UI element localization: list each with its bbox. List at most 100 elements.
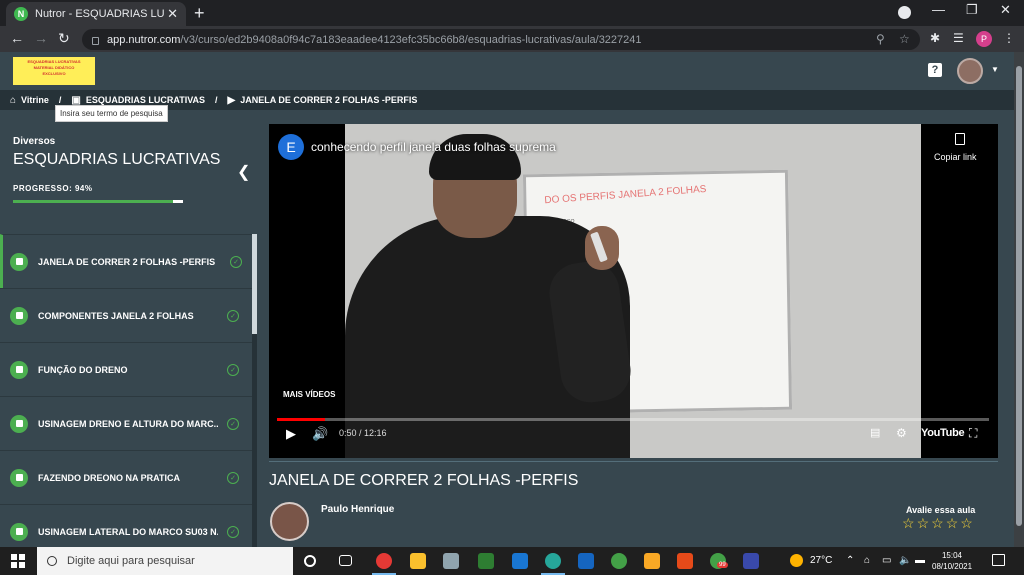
chrome-icon[interactable] <box>376 553 392 569</box>
fullscreen-icon[interactable]: ⛶ <box>969 426 977 441</box>
display-icon[interactable]: ▭ <box>882 555 891 566</box>
collapse-sidebar-icon[interactable]: ❮ <box>237 162 250 182</box>
weather-icon[interactable] <box>790 554 803 567</box>
home-icon: ⌂ <box>10 94 17 106</box>
forward-icon[interactable]: → <box>34 30 48 46</box>
bookmark-star-icon[interactable]: ☆ <box>899 32 910 46</box>
author-avatar <box>270 502 309 541</box>
close-window-icon[interactable]: ✕ <box>1000 2 1011 18</box>
copy-link-button[interactable]: Copiar link <box>934 152 977 162</box>
windows-start-icon[interactable] <box>11 554 25 568</box>
url-path: /v3/curso/ed2b9408a0f94c7a183eaadee4123e… <box>180 33 642 46</box>
reload-icon[interactable]: ↻ <box>58 30 70 47</box>
course-sidebar: Diversos ESQUADRIAS LUCRATIVAS ❮ PROGRES… <box>0 110 257 547</box>
zoom-icon[interactable]: ⚲ <box>876 32 885 46</box>
video-lesson-icon <box>10 468 28 487</box>
youtube-logo[interactable]: YouTube <box>921 427 965 439</box>
cortana-icon[interactable] <box>304 555 316 567</box>
extensions-icon[interactable]: ✱ <box>930 31 940 45</box>
office-icon[interactable] <box>677 553 693 569</box>
star-icon[interactable]: ☆ <box>946 515 959 532</box>
copy-icon[interactable] <box>955 133 965 145</box>
page-scrollbar-thumb[interactable] <box>1016 66 1022 526</box>
video-frame: DO OS PERFIS JANELA 2 FOLHAS ADMOFOGO <box>345 124 921 458</box>
profile-avatar[interactable]: P <box>976 31 992 47</box>
lesson-item[interactable]: FAZENDO DREONO NA PRATICA ✓ <box>0 450 252 504</box>
rate-lesson-label: Avalie essa aula <box>906 505 976 515</box>
star-icon[interactable]: ☆ <box>917 515 930 532</box>
network-icon[interactable]: ⌂ <box>864 555 870 566</box>
reading-list-icon[interactable]: ☰ <box>953 31 964 45</box>
user-avatar[interactable] <box>957 58 983 84</box>
edge-icon[interactable] <box>545 553 561 569</box>
breadcrumb-home[interactable]: Vitrine <box>21 95 49 105</box>
minimize-icon[interactable]: — <box>932 2 945 17</box>
media-control-icon[interactable] <box>898 6 911 19</box>
lesson-list: JANELA DE CORRER 2 FOLHAS -PERFIS ✓ COMP… <box>0 234 252 547</box>
author-name: Paulo Henrique <box>321 504 395 515</box>
video-player[interactable]: DO OS PERFIS JANELA 2 FOLHAS ADMOFOGO E … <box>269 124 998 458</box>
star-icon[interactable]: ☆ <box>902 515 915 532</box>
logo-line: EXCLUSIVO <box>42 71 66 76</box>
progress-bar-fill <box>13 200 173 203</box>
app-header: ESQUADRIAS LUCRATIVAS MATERIAL DIDÁTICO … <box>0 52 1014 90</box>
system-clock[interactable]: 15:04 08/10/2021 <box>932 550 972 572</box>
divider <box>269 461 998 462</box>
lesson-item[interactable]: USINAGEM LATERAL DO MARCO SU03 N... ✓ <box>0 504 252 547</box>
back-icon[interactable]: ← <box>10 30 24 46</box>
close-tab-icon[interactable]: ✕ <box>167 6 178 22</box>
video-title[interactable]: conhecendo perfil janela duas folhas sup… <box>311 140 556 154</box>
taskbar-search-placeholder: Digite aqui para pesquisar <box>67 555 195 567</box>
video-lesson-icon <box>10 252 28 271</box>
volume-icon[interactable]: 🔊 <box>312 426 328 442</box>
completed-check-icon: ✓ <box>227 471 239 484</box>
temperature[interactable]: 27°C <box>810 555 832 566</box>
battery-icon[interactable]: ▬ <box>915 555 925 566</box>
lesson-item[interactable]: USINAGEM DRENO E ALTURA DO MARC... ✓ <box>0 396 252 450</box>
completed-check-icon: ✓ <box>227 417 239 430</box>
mail-icon[interactable] <box>512 553 528 569</box>
breadcrumb-course[interactable]: ESQUADRIAS LUCRATIVAS <box>86 95 205 105</box>
volume-icon[interactable]: 🔈 <box>899 555 911 566</box>
lesson-title: JANELA DE CORRER 2 FOLHAS -PERFIS <box>38 256 216 267</box>
subtitles-icon[interactable]: ▤ <box>870 426 880 439</box>
maximize-icon[interactable]: ❐ <box>966 2 978 18</box>
chevron-up-icon[interactable]: ⌃ <box>846 555 854 566</box>
lesson-item[interactable]: COMPONENTES JANELA 2 FOLHAS ✓ <box>0 288 252 342</box>
app-icon[interactable] <box>743 553 759 569</box>
new-tab-button[interactable]: + <box>194 3 205 24</box>
notifications-icon[interactable] <box>992 554 1005 566</box>
breadcrumb-lesson: JANELA DE CORRER 2 FOLHAS -PERFIS <box>240 95 418 105</box>
taskbar-search[interactable]: Digite aqui para pesquisar <box>37 547 293 575</box>
lesson-item[interactable]: JANELA DE CORRER 2 FOLHAS -PERFIS ✓ <box>0 234 252 288</box>
task-view-icon[interactable] <box>339 555 352 566</box>
page-scrollbar[interactable] <box>1014 52 1024 547</box>
star-icon[interactable]: ☆ <box>931 515 944 532</box>
star-icon[interactable]: ☆ <box>960 515 973 532</box>
app-icon[interactable] <box>611 553 627 569</box>
lesson-item[interactable]: FUNÇÃO DO DRENO ✓ <box>0 342 252 396</box>
excel-icon[interactable] <box>478 553 494 569</box>
more-videos-button[interactable]: MAIS VÍDEOS <box>283 390 335 399</box>
store-icon[interactable] <box>443 553 459 569</box>
course-logo[interactable]: ESQUADRIAS LUCRATIVAS MATERIAL DIDÁTICO … <box>13 57 95 85</box>
folder-icon[interactable] <box>644 553 660 569</box>
browser-menu-icon[interactable]: ⋮ <box>1003 31 1015 45</box>
play-icon[interactable]: ▶ <box>286 426 296 442</box>
screen: N Nutror - ESQUADRIAS LUCRATIVAS ✕ + — ❐… <box>0 0 1024 575</box>
browser-toolbar: ← → ↻ app.nutror.com/v3/curso/ed2b9408a0… <box>0 26 1024 52</box>
breadcrumb-separator: / <box>58 95 62 105</box>
notification-badge: 99 <box>717 562 728 568</box>
browser-tab[interactable]: N Nutror - ESQUADRIAS LUCRATIVAS ✕ <box>6 2 186 26</box>
file-explorer-icon[interactable] <box>410 553 426 569</box>
tab-title: Nutror - ESQUADRIAS LUCRATIVAS <box>35 8 165 20</box>
word-icon[interactable] <box>578 553 594 569</box>
chevron-down-icon[interactable]: ▼ <box>991 65 999 74</box>
settings-gear-icon[interactable]: ⚙ <box>896 426 907 440</box>
video-lesson-icon <box>10 306 28 325</box>
lesson-title: USINAGEM LATERAL DO MARCO SU03 N... <box>38 526 218 537</box>
video-progress-bar[interactable] <box>277 418 989 421</box>
channel-avatar[interactable]: E <box>278 134 304 160</box>
address-bar[interactable]: app.nutror.com/v3/curso/ed2b9408a0f94c7a… <box>82 29 920 50</box>
help-icon[interactable]: ? <box>928 63 942 77</box>
